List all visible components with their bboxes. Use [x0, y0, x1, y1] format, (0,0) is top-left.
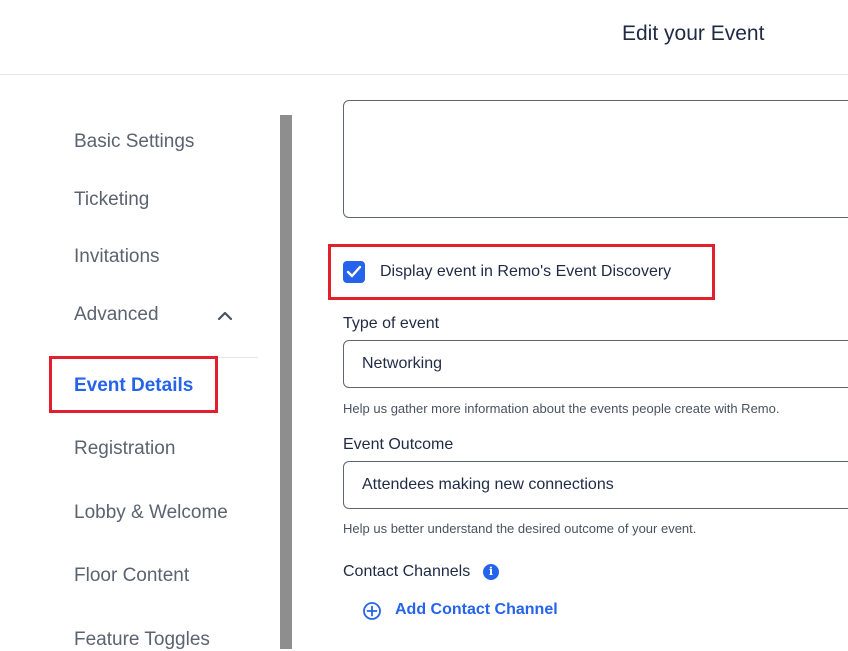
header: Edit your Event	[0, 0, 848, 75]
chevron-up-icon[interactable]	[216, 307, 234, 325]
page-title: Edit your Event	[622, 22, 765, 45]
sidebar-item-lobby-welcome[interactable]: Lobby & Welcome	[74, 502, 228, 524]
sidebar-item-floor-content[interactable]: Floor Content	[74, 565, 189, 587]
sidebar-item-advanced[interactable]: Advanced	[74, 304, 159, 326]
event-outcome-label: Event Outcome	[343, 436, 454, 453]
type-of-event-value: Networking	[362, 355, 443, 372]
type-of-event-help: Help us gather more information about th…	[343, 401, 780, 416]
discovery-checkbox-label[interactable]: Display event in Remo's Event Discovery	[380, 263, 671, 281]
discovery-checkbox[interactable]	[343, 261, 365, 283]
sidebar-item-feature-toggles[interactable]: Feature Toggles	[74, 629, 210, 651]
sidebar-item-event-details[interactable]: Event Details	[74, 375, 193, 397]
scrollbar[interactable]	[280, 115, 292, 649]
sidebar-item-ticketing[interactable]: Ticketing	[74, 189, 149, 211]
sidebar-item-invitations[interactable]: Invitations	[74, 246, 160, 268]
type-of-event-select[interactable]: Networking	[343, 340, 848, 388]
add-contact-channel-label: Add Contact Channel	[395, 601, 558, 618]
sidebar-item-registration[interactable]: Registration	[74, 438, 175, 460]
description-textarea[interactable]	[343, 100, 848, 218]
sidebar-item-basic-settings[interactable]: Basic Settings	[74, 131, 194, 153]
info-icon[interactable]: i	[483, 564, 499, 580]
contact-channels-label: Contact Channels	[343, 563, 471, 580]
type-of-event-label: Type of event	[343, 315, 440, 332]
event-outcome-value: Attendees making new connections	[362, 476, 614, 493]
check-icon	[346, 265, 362, 278]
event-outcome-select[interactable]: Attendees making new connections	[343, 461, 848, 509]
plus-circle-icon	[363, 602, 381, 620]
event-outcome-help: Help us better understand the desired ou…	[343, 521, 697, 536]
